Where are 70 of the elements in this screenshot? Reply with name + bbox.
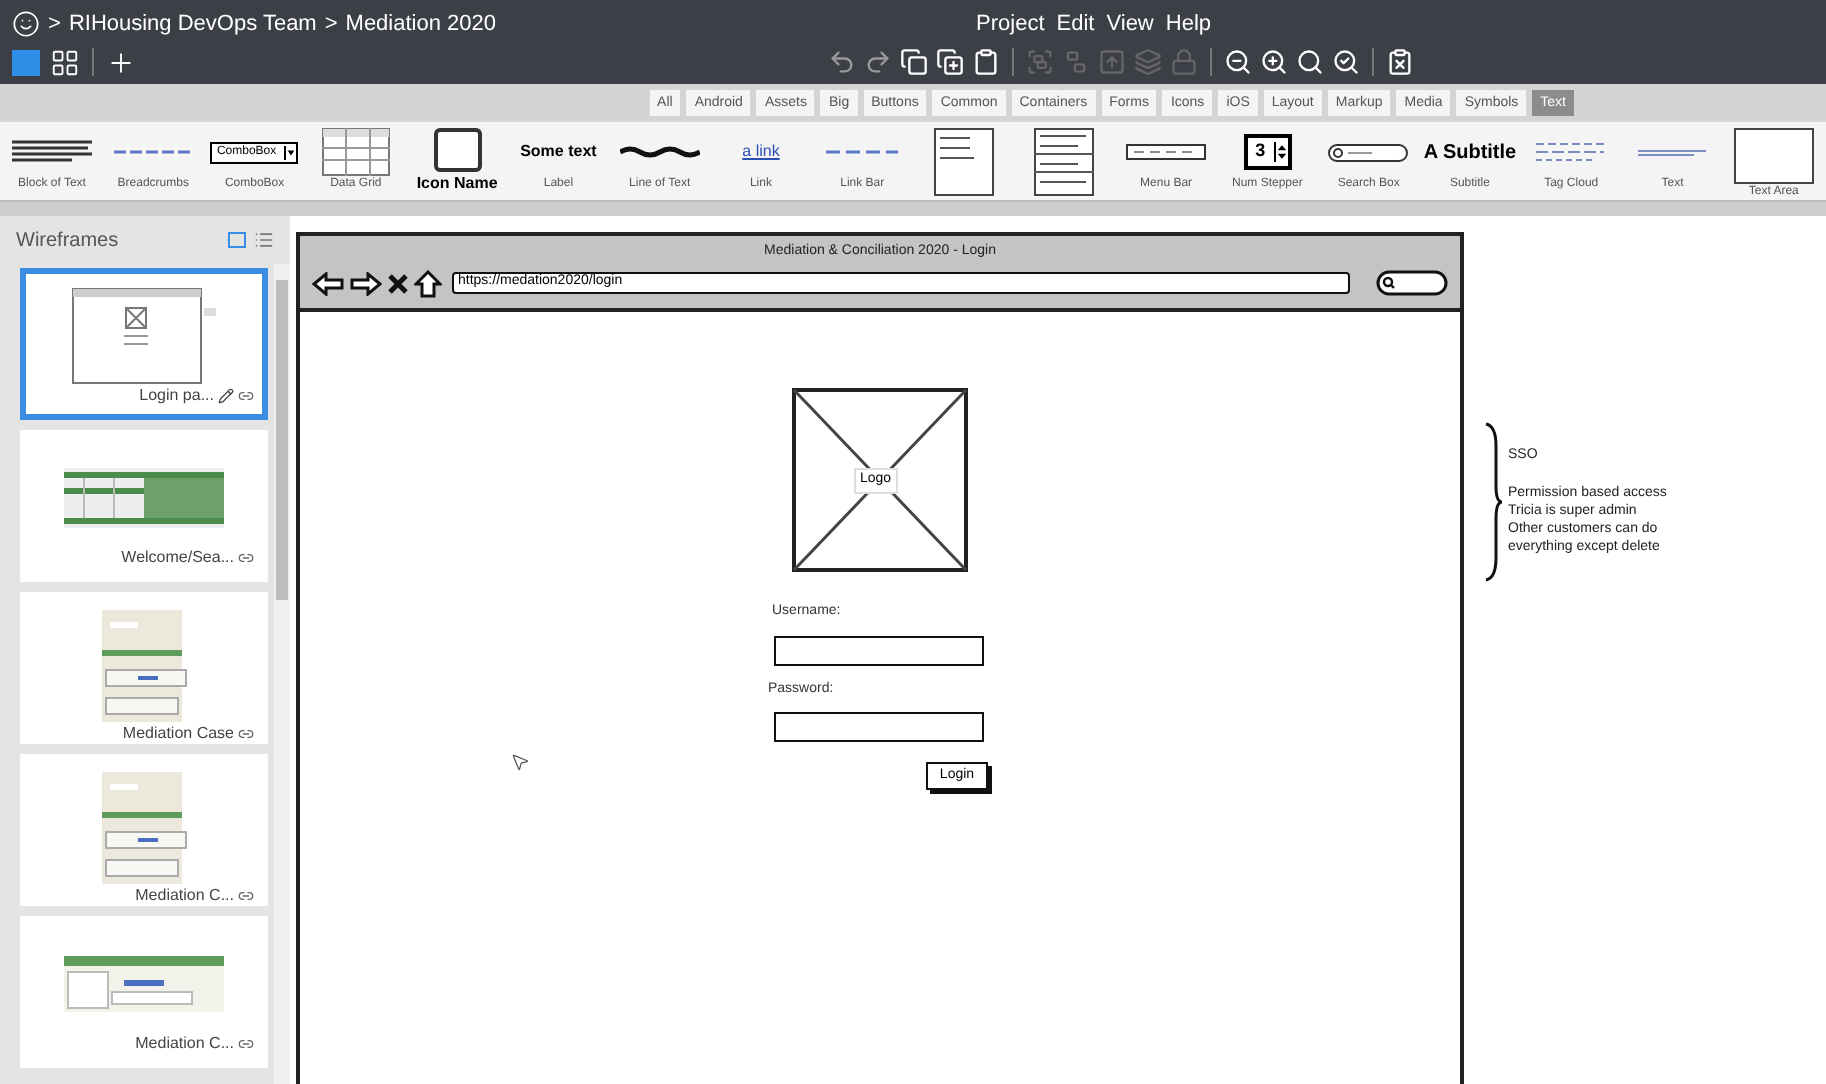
cursor-icon [510,752,530,772]
text-area-preview [1733,128,1814,184]
breadcrumb-separator: > [324,9,338,40]
data-grid-icon [321,128,390,176]
link-icon[interactable] [238,888,254,904]
icon-preview [433,128,482,172]
link-preview: a link [742,140,780,164]
clear-icon[interactable] [1386,48,1414,76]
link-icon[interactable] [238,550,254,566]
paste-icon[interactable] [972,48,1000,76]
add-icon[interactable] [106,47,136,77]
panel-title: Wireframes [16,227,119,255]
wireframe-name: Login pa... [139,384,214,408]
wireframe-name: Mediation Case [122,722,234,746]
zoom-in-icon[interactable] [1260,48,1288,76]
horizontal-scrollbar[interactable] [0,200,1826,216]
breadcrumb-separator: > [48,9,61,40]
stepper-arrows-icon [1273,142,1288,162]
zoom-actual-icon[interactable] [1296,48,1324,76]
tag-cloud-icon [1535,140,1608,164]
text-block-icon [12,138,92,166]
wireframe-card[interactable]: Mediation Case [20,592,268,744]
menu-item[interactable]: View [1106,7,1154,41]
wireframe-thumbnail [72,287,216,383]
link-bar-icon [826,148,899,156]
list-view-icon[interactable] [254,230,274,250]
dropdown-arrow-icon [284,145,297,159]
wireframe-card[interactable]: Mediation C... [20,916,268,1068]
scrollbar[interactable] [274,264,290,1084]
redo-icon[interactable] [864,48,892,76]
link-icon[interactable] [238,1036,254,1052]
menu-item[interactable]: Help [1165,7,1212,41]
back-icon[interactable] [312,271,344,295]
wireframe-name: Mediation C... [135,1032,234,1056]
duplicate-icon[interactable] [936,48,964,76]
thumbnail-view-icon[interactable] [228,232,246,248]
grid-view-icon[interactable] [50,47,80,77]
text-icon [1638,147,1707,157]
close-icon[interactable] [388,273,408,293]
zoom-fit-icon[interactable] [1332,48,1360,76]
scribble-line-icon [619,146,700,158]
link-icon[interactable] [238,726,254,742]
username-field[interactable] [774,636,984,666]
password-field[interactable] [774,712,984,742]
wireframe-card[interactable]: Welcome/Sea... [20,430,268,582]
forward-icon[interactable] [350,271,382,295]
menu-item[interactable]: Project [976,7,1045,41]
search-field-icon[interactable] [1376,270,1448,296]
pencil-icon [218,388,234,404]
search-box-icon [1328,143,1409,161]
copy-icon[interactable] [900,48,928,76]
subtitle-preview: A Subtitle [1423,139,1517,167]
menu-item[interactable]: Edit [1056,7,1095,41]
label-preview: Some text [520,140,597,164]
breadcrumbs-icon [113,148,194,156]
wireframe-name: Welcome/Sea... [121,546,234,570]
wireframe-card[interactable]: Mediation C... [20,754,268,906]
wireframe-card[interactable]: Login pa... [20,268,268,420]
link-icon[interactable] [238,388,254,404]
home-icon[interactable] [414,269,442,297]
undo-icon[interactable] [828,48,856,76]
account-icon[interactable] [12,10,40,38]
breadcrumb-item[interactable]: RIHousing DevOps Team [68,7,317,41]
breadcrumb-item[interactable]: Mediation 2020 [345,7,497,41]
menu-bar-icon [1126,144,1207,160]
num-stepper-preview: 3 [1243,134,1292,170]
wireframe-name: Mediation C... [135,884,234,908]
single-view-icon[interactable] [12,49,40,75]
zoom-out-icon[interactable] [1224,48,1252,76]
component-label[interactable]: Icon Name [416,172,498,196]
